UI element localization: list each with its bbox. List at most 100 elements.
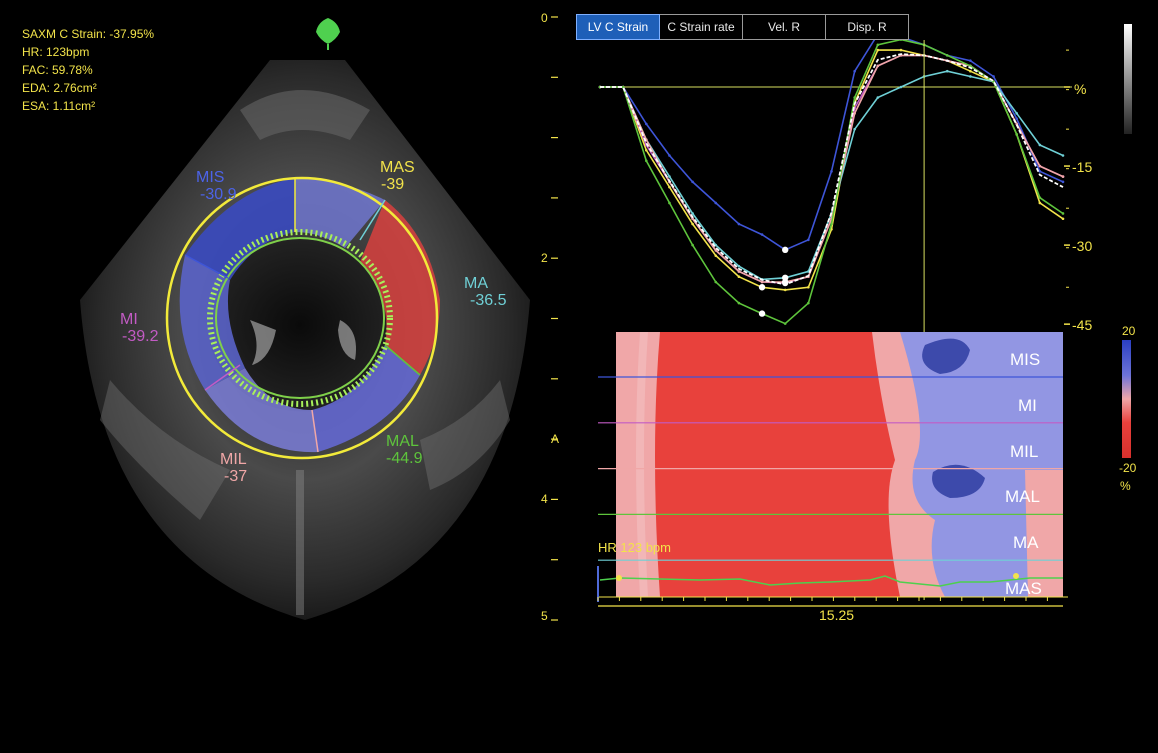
strain-point-mal <box>668 201 671 205</box>
strain-point-mil <box>737 270 741 273</box>
strain-point-mal <box>830 222 833 226</box>
segment-label-ma-value: -36.5 <box>470 292 507 309</box>
strain-point-ma <box>969 75 972 78</box>
depth-label-5: 5 <box>541 609 548 623</box>
strain-point-ma <box>899 85 903 89</box>
peak-marker-mal <box>758 310 766 317</box>
tab-vel-r[interactable]: Vel. R <box>743 14 826 40</box>
strain-point-mal <box>807 301 810 305</box>
hr-readout: HR: 123bpm <box>22 45 89 59</box>
strain-point-mis <box>969 59 972 62</box>
strain-point-mis <box>691 180 694 184</box>
strain-point-mas <box>876 48 880 52</box>
strain-point-mas <box>969 69 972 73</box>
strain-tick-45: -45 <box>1072 317 1092 333</box>
fac-readout: FAC: 59.78% <box>22 63 93 77</box>
strain-point-mal <box>876 43 880 47</box>
strain-point-mas <box>714 254 718 257</box>
strain-point-mis <box>992 75 995 78</box>
strain-point-mas <box>668 185 671 189</box>
segment-label-mas-value: -39 <box>381 176 404 193</box>
strain-point-mal <box>1015 133 1018 136</box>
strain-point-mis <box>645 122 648 126</box>
strain-point-ma <box>1015 112 1018 115</box>
hr-label: HR 123 bpm <box>598 540 671 555</box>
tab-lv-c-strain[interactable]: LV C Strain <box>576 14 660 40</box>
tab-disp-r[interactable]: Disp. R <box>826 14 909 40</box>
strain-tick-15: -15 <box>1072 159 1092 175</box>
strain-point-mas <box>737 275 741 279</box>
strain-point-mis <box>760 233 764 236</box>
peak-marker-mil <box>782 278 789 286</box>
eda-readout: EDA: 2.76cm² <box>22 81 97 95</box>
peak-marker-mas <box>758 284 766 291</box>
strain-point-mis <box>714 201 718 205</box>
strain-point-mal <box>691 243 694 247</box>
strain-point-ma <box>853 127 856 131</box>
segment-label-mis-value: -30.9 <box>200 186 237 203</box>
strain-point-mil <box>876 64 880 68</box>
strain-point-ma <box>737 264 741 268</box>
leaf-icon <box>316 18 340 50</box>
mode-tabs: LV C Strain C Strain rate Vel. R Disp. R <box>576 14 909 40</box>
strain-point-mas <box>783 288 787 292</box>
row-label-mi: MI <box>1018 396 1037 415</box>
strain-point-mis <box>1015 117 1018 120</box>
strain-point-mil <box>1061 175 1065 178</box>
strain-point-mis <box>668 154 671 157</box>
segment-label-mil-value: -37 <box>224 468 247 485</box>
strain-point-mal <box>645 159 648 163</box>
strain-point-ma <box>1061 154 1065 157</box>
depth-scale: 0 2 4 5 A <box>541 11 559 623</box>
strain-unit: % <box>1074 81 1086 97</box>
strain-point-mis <box>737 222 741 226</box>
strain-point-mal <box>945 54 949 57</box>
strain-curves <box>598 33 1065 325</box>
colorbar-unit: % <box>1120 479 1131 493</box>
segment-label-ma-name: MA <box>464 275 488 292</box>
measurement-readout: SAXM C Strain: -37.95% HR: 123bpm FAC: 5… <box>22 27 154 113</box>
tab-c-strain-rate[interactable]: C Strain rate <box>660 14 743 40</box>
segment-label-mi-value: -39.2 <box>122 328 159 345</box>
row-label-mas: MAS <box>1005 579 1042 598</box>
segment-label-mas-name: MAS <box>380 159 415 176</box>
strain-point-ma <box>945 69 949 73</box>
strain-point-mis <box>807 238 810 242</box>
esa-readout: ESA: 1.11cm² <box>22 99 95 113</box>
depth-label-2: 2 <box>541 251 548 265</box>
strain-point-mas <box>807 285 810 289</box>
strain-point-mas <box>1061 217 1065 221</box>
colorbar-bottom-label: -20 <box>1119 461 1137 475</box>
row-label-ma: MA <box>1013 533 1039 552</box>
strain-point-mal <box>737 301 741 305</box>
strain-point-mas <box>899 48 903 52</box>
strain-colorbar: 20 -20 % <box>1119 324 1137 493</box>
strain-point-mis <box>1061 180 1065 184</box>
strain-axis: % -15 -30 -45 <box>1072 81 1092 333</box>
row-label-mal: MAL <box>1005 487 1040 506</box>
strain-point-mis <box>853 69 856 73</box>
row-label-mis: MIS <box>1010 350 1040 369</box>
strain-point-mil <box>760 280 764 284</box>
strain-point-mis <box>830 170 833 173</box>
segment-label-mi-name: MI <box>120 311 138 328</box>
segment-label-mal-value: -44.9 <box>386 450 423 467</box>
strain-point-mil <box>853 112 856 115</box>
strain-point-mil <box>1038 164 1042 168</box>
colorbar-top-label: 20 <box>1122 324 1136 338</box>
strain-point-mal <box>853 96 856 99</box>
time-label: 15.25 <box>819 607 854 623</box>
strain-point-ma <box>1038 143 1042 147</box>
strain-point-mal <box>1061 212 1065 215</box>
depth-label-0: 0 <box>541 11 548 25</box>
strain-point-mas <box>1038 201 1042 205</box>
depth-ticks <box>551 16 558 621</box>
strain-tick-30: -30 <box>1072 238 1092 254</box>
strain-point-mas <box>691 222 694 226</box>
strain-point-ma <box>876 96 880 99</box>
strain-point-mal <box>714 280 718 284</box>
time-ticks <box>597 597 1048 601</box>
strain-point-mal <box>1038 196 1042 199</box>
depth-label-4: 4 <box>541 492 548 506</box>
row-label-mil: MIL <box>1010 442 1038 461</box>
